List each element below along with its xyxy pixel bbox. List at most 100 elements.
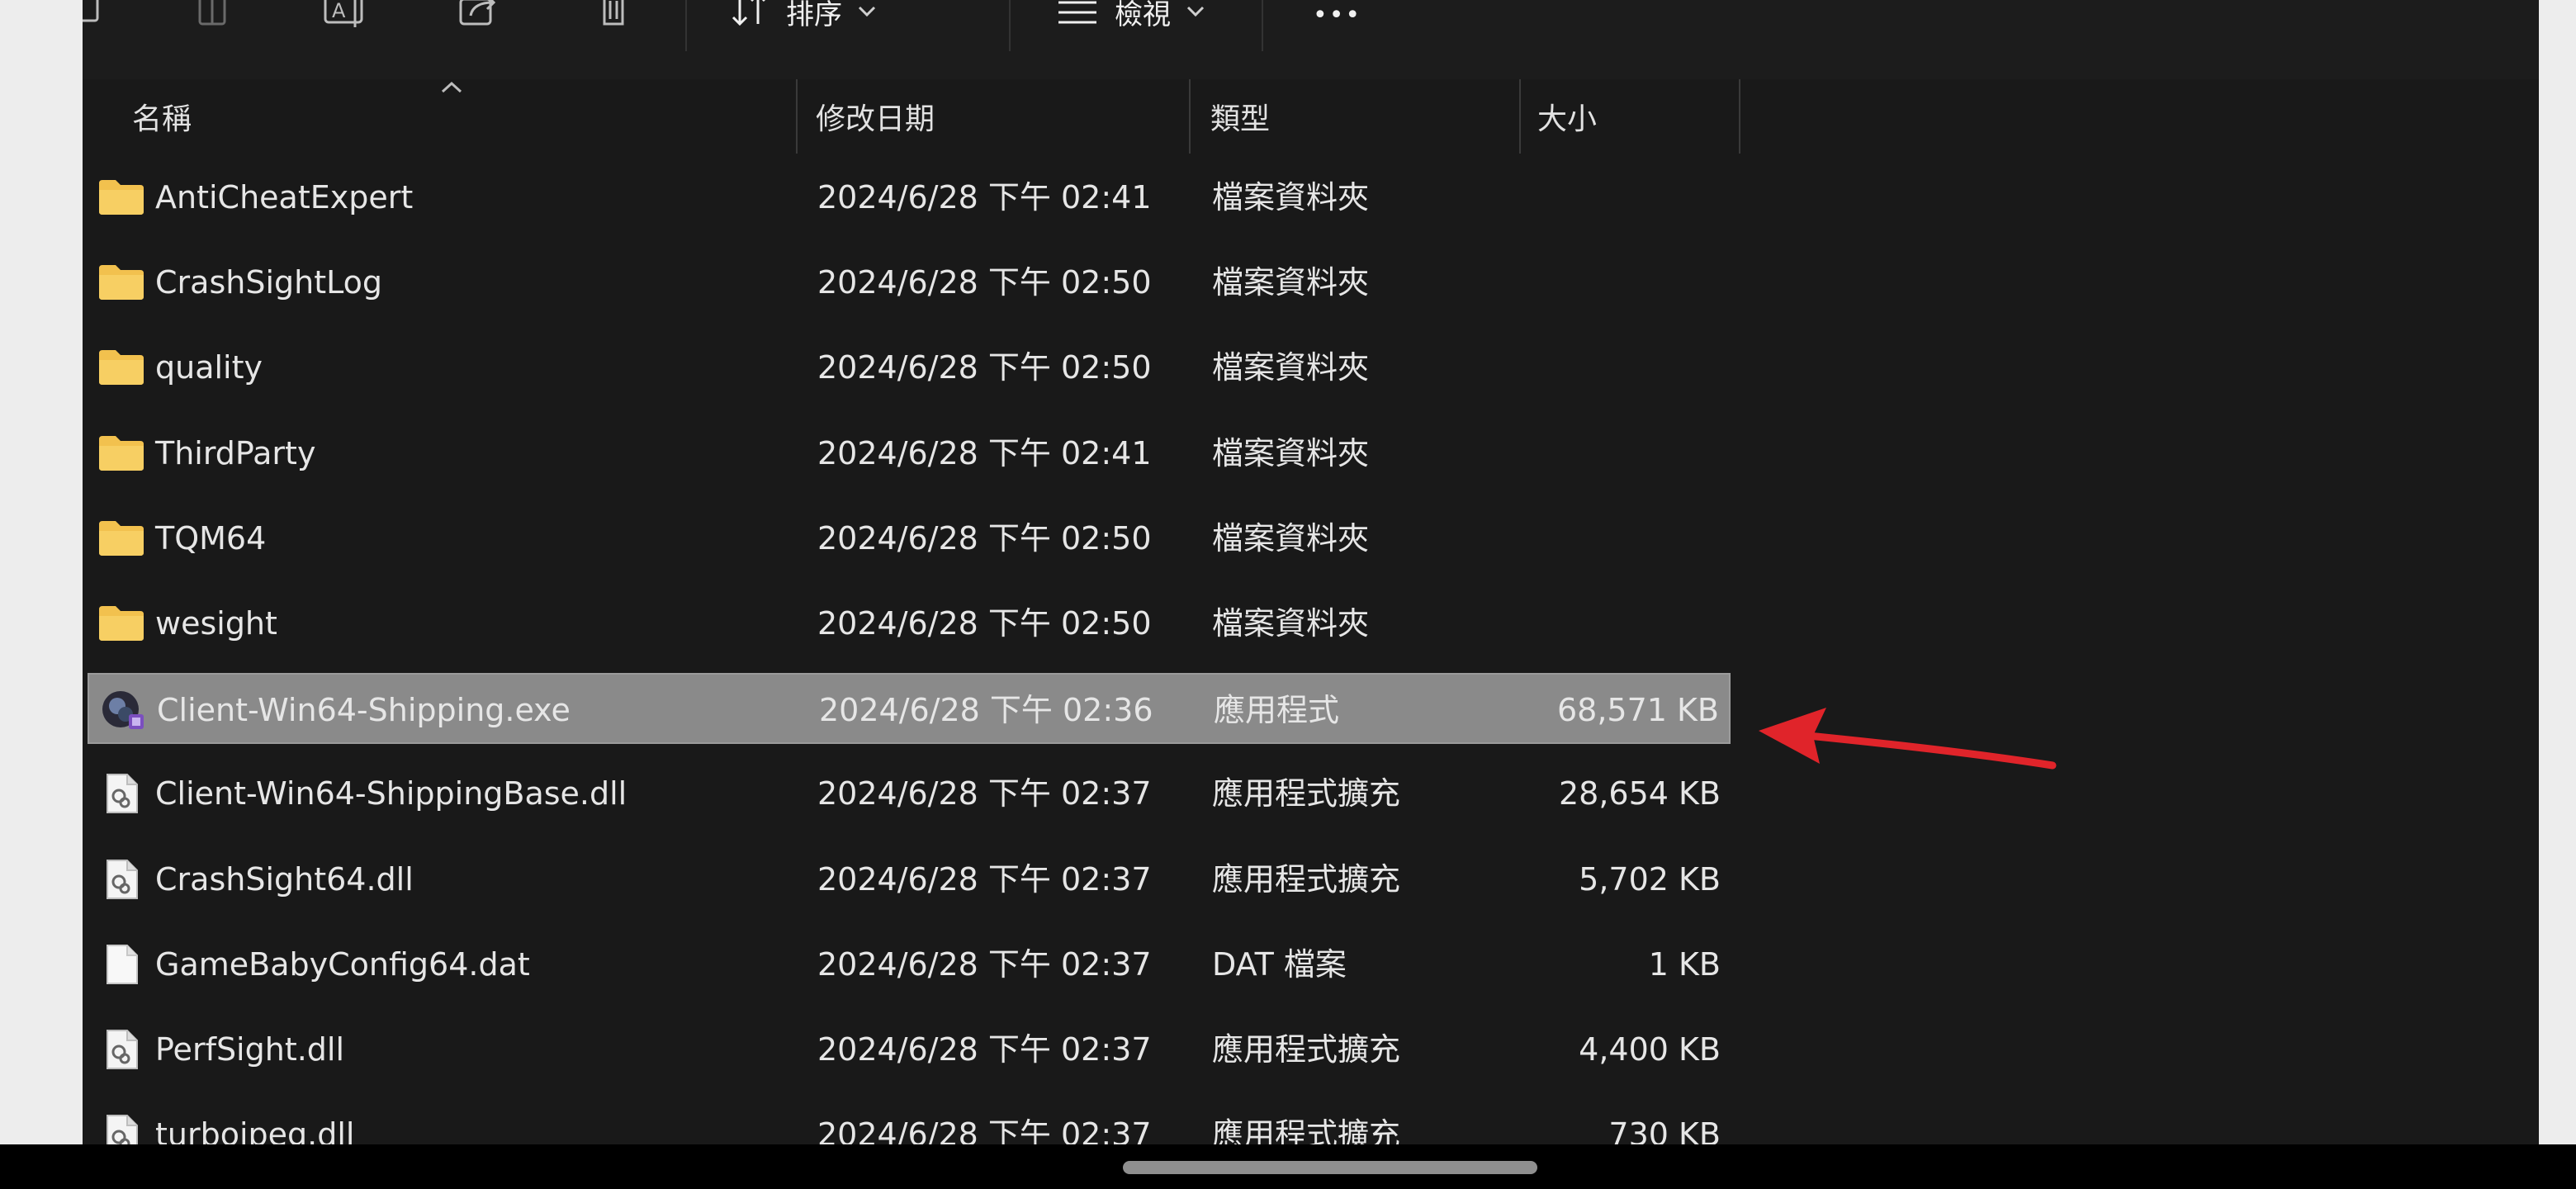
copy-icon <box>83 0 99 22</box>
file-row[interactable]: Client-Win64-ShippingBase.dll 2024/6/28 下… <box>88 758 1731 829</box>
file-name: TQM64 <box>155 519 267 557</box>
file-row[interactable]: PerfSight.dll 2024/6/28 下午 02:37 應用程式擴充 4,4… <box>88 1014 1731 1085</box>
blank-file-icon <box>97 944 145 985</box>
file-type: DAT 檔案 <box>1212 945 1347 983</box>
view-list-icon <box>1058 1 1096 24</box>
chevron-down-icon <box>858 6 876 17</box>
file-row[interactable]: wesight 2024/6/28 下午 02:50 檔案資料夾 <box>88 588 1731 659</box>
file-modified-date: 2024/6/28 下午 02:36 <box>819 692 1153 729</box>
dll-file-icon <box>97 1114 145 1144</box>
file-size: 5,702 KB <box>1579 860 1721 898</box>
sort-label: 排序 <box>786 0 842 31</box>
file-type: 檔案資料夾 <box>1212 349 1370 386</box>
trash-icon <box>603 0 624 26</box>
column-header-size[interactable]: 大小 <box>1537 79 1727 154</box>
file-name: AntiCheatExpert <box>155 179 414 216</box>
rename-button[interactable]: A <box>322 0 370 35</box>
file-type: 應用程式擴充 <box>1212 775 1401 812</box>
app-icon <box>99 689 147 731</box>
column-header-type-label: 類型 <box>1210 102 1271 136</box>
file-type: 檔案資料夾 <box>1212 179 1370 216</box>
column-header-type[interactable]: 類型 <box>1210 79 1516 154</box>
share-icon <box>459 0 496 26</box>
more-options-icon: ••• <box>1313 0 1362 30</box>
file-modified-date: 2024/6/28 下午 02:50 <box>817 264 1152 301</box>
file-name: wesight <box>155 605 277 642</box>
file-name: CrashSight64.dll <box>155 860 414 898</box>
toolbar-separator <box>1009 0 1011 51</box>
column-resize-handle[interactable] <box>1739 79 1740 154</box>
copy-button[interactable] <box>83 0 109 35</box>
file-row[interactable]: CrashSight64.dll 2024/6/28 下午 02:37 應用程式擴充… <box>88 844 1731 915</box>
file-name: quality <box>155 349 263 386</box>
folder-icon <box>97 262 145 303</box>
folder-icon <box>97 177 145 218</box>
file-type: 應用程式擴充 <box>1212 1031 1401 1068</box>
file-row[interactable]: AntiCheatExpert 2024/6/28 下午 02:41 檔案資料夾 <box>88 162 1731 233</box>
file-row[interactable]: turbojpeg.dll 2024/6/28 下午 02:37 應用程式擴充 730… <box>88 1099 1731 1144</box>
file-type: 檔案資料夾 <box>1212 605 1370 642</box>
file-type: 應用程式擴充 <box>1212 1116 1401 1144</box>
file-name: GameBabyConfig64.dat <box>155 945 530 983</box>
file-type: 應用程式 <box>1214 692 1340 729</box>
column-header-modified-label: 修改日期 <box>816 102 935 136</box>
file-modified-date: 2024/6/28 下午 02:50 <box>817 605 1152 642</box>
folder-icon <box>97 518 145 559</box>
file-modified-date: 2024/6/28 下午 02:37 <box>817 860 1152 898</box>
column-header-size-label: 大小 <box>1537 102 1598 136</box>
file-size: 1 KB <box>1648 945 1721 983</box>
file-modified-date: 2024/6/28 下午 02:41 <box>817 434 1152 471</box>
folder-icon <box>97 347 145 388</box>
file-explorer-window: A 排序 檢視 ••• 名稱 修改日期 類型 大小 AntiCheatExper… <box>83 0 2539 1144</box>
file-row[interactable]: TQM64 2024/6/28 下午 02:50 檔案資料夾 <box>88 503 1731 574</box>
paste-button[interactable] <box>195 0 236 35</box>
file-name: Client-Win64-ShippingBase.dll <box>155 775 627 812</box>
home-gesture-handle[interactable] <box>1123 1161 1537 1174</box>
file-type: 應用程式擴充 <box>1212 860 1401 898</box>
folder-icon <box>97 603 145 644</box>
file-row[interactable]: CrashSightLog 2024/6/28 下午 02:50 檔案資料夾 <box>88 247 1731 318</box>
file-modified-date: 2024/6/28 下午 02:41 <box>817 179 1152 216</box>
file-size: 730 KB <box>1608 1116 1721 1144</box>
column-header-row: 名稱 修改日期 類型 大小 <box>83 79 2539 154</box>
column-resize-handle[interactable] <box>1519 79 1521 154</box>
file-row-selected[interactable]: Client-Win64-Shipping.exe 2024/6/28 下午 02… <box>88 673 1731 745</box>
file-modified-date: 2024/6/28 下午 02:50 <box>817 519 1152 557</box>
file-modified-date: 2024/6/28 下午 02:37 <box>817 1031 1152 1068</box>
view-menu-button[interactable]: 檢視 <box>1055 0 1205 35</box>
column-header-modified[interactable]: 修改日期 <box>816 79 1187 154</box>
sort-menu-button[interactable]: 排序 <box>728 0 877 35</box>
annotation-arrow <box>1759 708 2057 770</box>
more-options-button[interactable]: ••• <box>1313 0 1361 38</box>
file-modified-date: 2024/6/28 下午 02:37 <box>817 775 1152 812</box>
file-size: 4,400 KB <box>1579 1031 1721 1068</box>
file-type: 檔案資料夾 <box>1212 264 1370 301</box>
file-name: CrashSightLog <box>155 264 382 301</box>
svg-text:A: A <box>332 0 346 22</box>
file-type: 檔案資料夾 <box>1212 519 1370 557</box>
file-type: 檔案資料夾 <box>1212 434 1370 471</box>
toolbar-separator <box>1262 0 1263 51</box>
column-resize-handle[interactable] <box>796 79 798 154</box>
file-name: ThirdParty <box>155 434 316 471</box>
column-resize-handle[interactable] <box>1189 79 1191 154</box>
folder-icon <box>97 433 145 474</box>
view-label: 檢視 <box>1115 0 1171 31</box>
column-header-name-label: 名稱 <box>132 102 192 136</box>
column-header-name[interactable]: 名稱 <box>132 79 875 154</box>
file-size: 68,571 KB <box>1556 692 1719 729</box>
delete-button[interactable] <box>593 0 634 35</box>
share-button[interactable] <box>456 0 504 35</box>
file-modified-date: 2024/6/28 下午 02:50 <box>817 349 1152 386</box>
file-row[interactable]: ThirdParty 2024/6/28 下午 02:41 檔案資料夾 <box>88 418 1731 489</box>
command-bar: A 排序 檢視 ••• <box>83 0 2539 79</box>
file-row[interactable]: GameBabyConfig64.dat 2024/6/28 下午 02:37 DA… <box>88 929 1731 1000</box>
sort-icon <box>732 0 765 26</box>
toolbar-separator <box>685 0 687 51</box>
file-name: PerfSight.dll <box>155 1031 345 1068</box>
file-modified-date: 2024/6/28 下午 02:37 <box>817 1116 1152 1144</box>
system-navigation-bar <box>0 1144 2576 1189</box>
file-modified-date: 2024/6/28 下午 02:37 <box>817 945 1152 983</box>
rename-icon: A <box>324 0 363 27</box>
file-row[interactable]: quality 2024/6/28 下午 02:50 檔案資料夾 <box>88 332 1731 403</box>
